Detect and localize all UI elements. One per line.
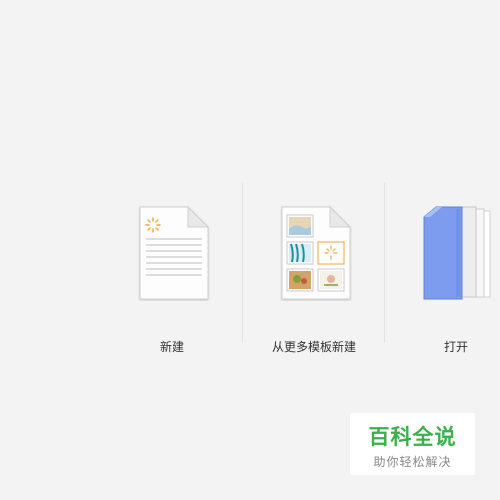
divider-2 [384,183,385,343]
new-document-panel: 新建 从更多模板新建 打开 百科全说 助你轻松解决 [0,0,500,500]
watermark-subtitle: 助你轻松解决 [373,455,452,469]
blank-document-icon [139,205,210,300]
template-document-icon [281,205,352,300]
folder-icon [423,206,491,300]
watermark-badge: 百科全说 助你轻松解决 [350,413,475,475]
open-label: 打开 [443,340,468,354]
new-blank-button[interactable]: 新建 [102,195,242,370]
watermark-title: 百科全说 [368,425,457,449]
new-from-template-label: 从更多模板新建 [271,340,356,354]
new-from-template-button[interactable]: 从更多模板新建 [244,195,384,370]
divider-1 [242,183,243,343]
new-blank-label: 新建 [159,340,184,354]
open-button[interactable]: 打开 [386,195,500,370]
